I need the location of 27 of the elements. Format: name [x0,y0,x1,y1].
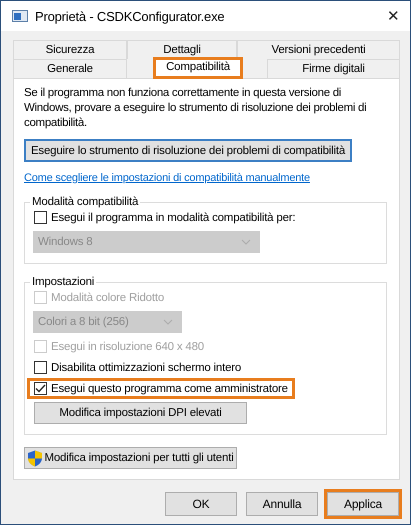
troubleshooter-button[interactable]: Eseguire lo strumento di risoluzione dei problemi di compatibilità [24,139,352,162]
checkbox-option[interactable]: Disabilita ottimizzazioni schermo intero [33,360,246,375]
chevron-down-icon [241,239,251,245]
tab[interactable]: Compatibilità [153,57,243,79]
manual-settings-link[interactable]: Come scegliere le impostazioni di compatibilità manualmente [24,172,310,184]
checkbox[interactable] [34,382,47,395]
tab[interactable]: Versioni precedenti [237,40,400,59]
window-icon [12,10,28,22]
dpi-settings-button[interactable]: Modifica impostazioni DPI elevati [34,402,247,424]
close-button[interactable]: ✕ [387,7,400,25]
intro-text: Se il programma non funziona correttamente in questa versione di Windows, provare a eseguire lo strumento di risoluzione dei problemi di compatibilità. [24,86,368,131]
tab[interactable]: Dettagli [127,40,237,59]
group-title: Modalità compatibilità [31,196,140,208]
dialog-button[interactable]: Annulla [246,492,318,516]
group-title: Impostazioni [31,276,96,288]
checkmark-icon [35,384,46,393]
dialog-button[interactable]: OK [165,492,237,516]
checkbox[interactable] [34,211,47,224]
shield-icon [27,450,44,466]
window-title: Proprietà - CSDKConfigurator.exe [35,8,226,24]
checkbox-option[interactable]: Esegui questo programma come amministratore [30,381,292,396]
dialog-button[interactable]: Applica [327,492,399,516]
checkbox[interactable] [34,361,47,374]
all-users-button[interactable]: Modifica impostazioni per tutti gli utenti [24,447,237,469]
chevron-down-icon [163,319,173,325]
checkbox-option[interactable]: Esegui il programma in modalità compatibilità per: [33,210,300,225]
tab[interactable]: Sicurezza [13,40,127,59]
